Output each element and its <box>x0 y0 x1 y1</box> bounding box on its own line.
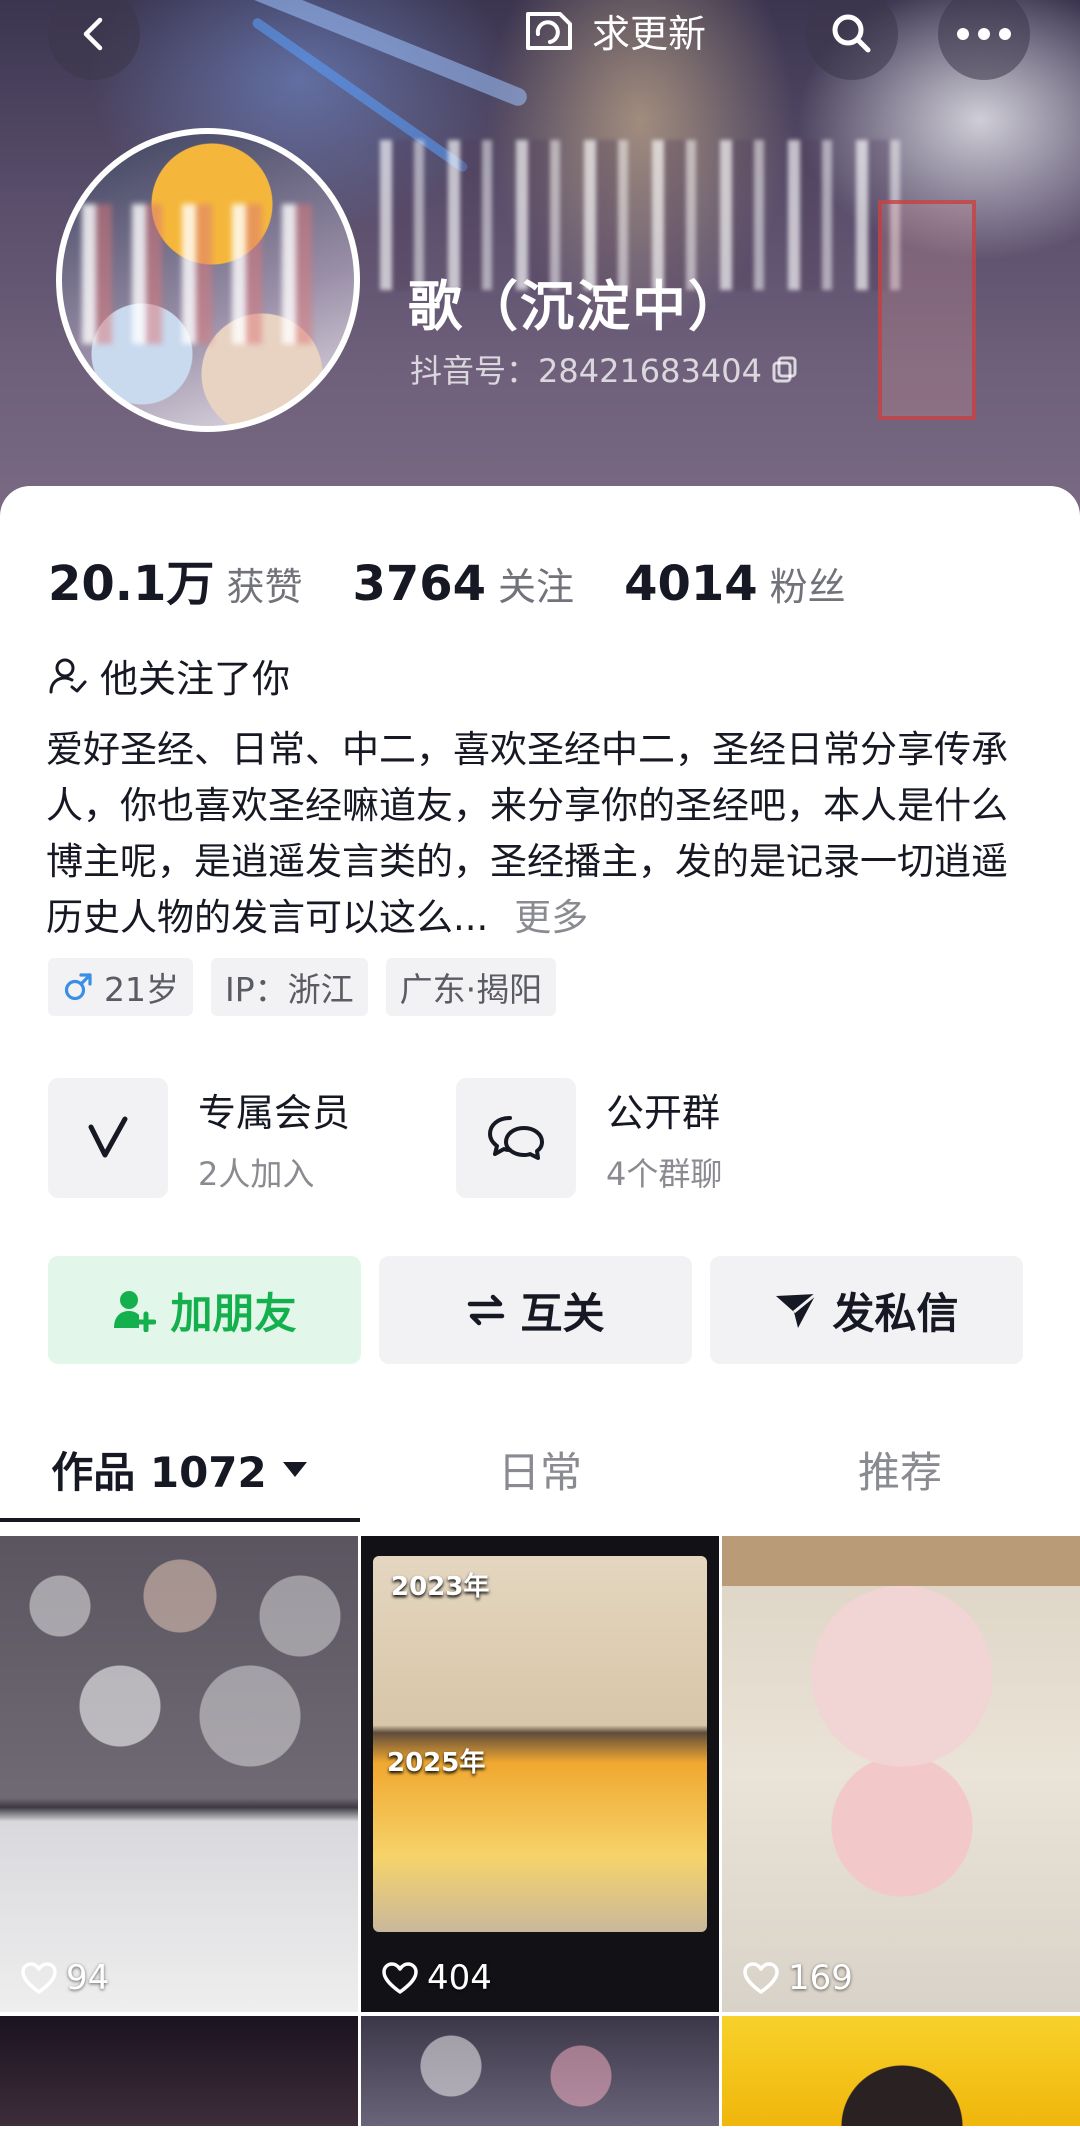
paper-plane-icon <box>776 1292 818 1328</box>
swap-arrows-icon <box>468 1294 505 1326</box>
like-count: 169 <box>742 1958 853 1998</box>
avatar[interactable] <box>56 128 360 432</box>
add-friend-label: 加朋友 <box>170 1288 297 1338</box>
tab-works[interactable]: 作品 1072 <box>0 1416 360 1522</box>
search-icon <box>832 14 871 53</box>
tab-label: 日常 <box>497 1447 582 1497</box>
heart-icon <box>743 1962 779 1994</box>
feature-subtitle: 4个群聊 <box>606 1154 723 1193</box>
stat-likes[interactable]: 20.1万 获赞 <box>48 544 302 614</box>
feature-entries: 专属会员 2人加入 公开群 4个群聊 <box>48 1078 864 1198</box>
nickname: 歌（沉淀中） <box>408 275 744 338</box>
stat-label: 粉丝 <box>769 565 846 609</box>
mutual-follow-label: 互关 <box>520 1288 605 1338</box>
follows-you-indicator: 他关注了你 <box>48 648 290 703</box>
tag-label: 广东·揭阳 <box>399 970 543 1009</box>
like-count-value: 404 <box>427 1958 492 1998</box>
douyin-id-text: 抖音号：28421683404 <box>410 352 762 390</box>
video-thumbnail[interactable]: 169 <box>722 1536 1080 2012</box>
stat-value: 20.1万 <box>48 556 215 612</box>
request-update-label: 求更新 <box>592 11 707 56</box>
feature-icon-box <box>48 1078 168 1198</box>
feature-title: 公开群 <box>606 1090 721 1135</box>
feature-title: 专属会员 <box>198 1090 351 1135</box>
chat-icon <box>488 1116 544 1160</box>
bio-more-link[interactable]: 更多 <box>514 896 588 939</box>
heart-icon <box>21 1962 57 1994</box>
video-thumbnail[interactable]: 94 <box>0 1536 358 2012</box>
copy-icon[interactable] <box>770 354 800 384</box>
stat-label: 获赞 <box>226 565 303 609</box>
profile-card: 20.1万 获赞 3764 关注 4014 粉丝 他关注了你 爱好圣经、日常、中… <box>0 486 1080 2136</box>
video-thumbnail[interactable] <box>722 2016 1080 2126</box>
user-check-icon <box>49 658 87 693</box>
tag-gender-age: 21岁 <box>48 958 193 1016</box>
tag-ip: IP：浙江 <box>211 958 368 1016</box>
send-message-label: 发私信 <box>832 1288 959 1338</box>
video-thumbnail[interactable] <box>361 2016 719 2126</box>
video-thumbnail[interactable]: 2023年 2025年 404 <box>361 1536 719 2012</box>
v-icon <box>88 1116 128 1158</box>
thumbnail-text: 2025年 <box>387 1748 486 1778</box>
content-tabs: 作品 1072 日常 推荐 <box>0 1416 1080 1522</box>
stat-followers[interactable]: 4014 粉丝 <box>624 556 846 612</box>
stat-value: 4014 <box>624 556 758 612</box>
tab-daily[interactable]: 日常 <box>360 1416 720 1522</box>
like-count: 94 <box>20 1958 109 1998</box>
like-count-value: 169 <box>788 1958 853 1998</box>
feature-subtitle: 2人加入 <box>198 1154 315 1193</box>
stat-value: 3764 <box>352 556 487 612</box>
feature-icon-box <box>456 1078 576 1198</box>
add-user-icon <box>114 1291 157 1332</box>
tab-label: 推荐 <box>857 1447 942 1497</box>
tag-location: 广东·揭阳 <box>385 958 557 1016</box>
follows-you-label: 他关注了你 <box>100 657 291 701</box>
thumbnail-text: 2023年 <box>391 1572 490 1602</box>
like-count-value: 94 <box>66 1958 110 1998</box>
like-count: 404 <box>381 1958 492 1998</box>
video-grid: 94 2023年 2025年 404 169 <box>0 1536 1080 2126</box>
heart-icon <box>382 1962 418 1994</box>
add-friend-button[interactable]: 加朋友 <box>48 1256 361 1364</box>
tag-label: IP：浙江 <box>225 970 354 1009</box>
profile-tags: 21岁 IP：浙江 广东·揭阳 <box>48 958 557 1016</box>
tag-label: 21岁 <box>104 970 179 1009</box>
stat-following[interactable]: 3764 关注 <box>352 556 574 612</box>
request-update-button[interactable]: 求更新 <box>520 0 706 60</box>
banner-seal <box>878 200 976 420</box>
stats-row: 20.1万 获赞 3764 关注 4014 粉丝 <box>48 544 896 614</box>
avatar-blur-overlay <box>82 204 322 344</box>
tab-recommended[interactable]: 推荐 <box>720 1416 1080 1522</box>
thumbnail-image <box>722 1536 1080 1586</box>
more-dots-icon <box>957 28 1011 40</box>
mutual-follow-button[interactable]: 互关 <box>379 1256 692 1364</box>
tab-label: 作品 1072 <box>51 1447 267 1497</box>
male-icon <box>64 973 92 1001</box>
chevron-left-icon <box>83 17 103 51</box>
refresh-doc-icon <box>526 12 572 50</box>
stat-label: 关注 <box>498 565 575 609</box>
send-message-button[interactable]: 发私信 <box>710 1256 1023 1364</box>
public-group-entry[interactable]: 公开群 4个群聊 <box>456 1078 864 1198</box>
bio: 爱好圣经、日常、中二，喜欢圣经中二，圣经日常分享传承人，你也喜欢圣经嘛道友，来分… <box>46 722 1036 946</box>
caret-down-icon <box>282 1462 307 1477</box>
douyin-id[interactable]: 抖音号：28421683404 <box>410 346 800 392</box>
action-buttons: 加朋友 互关 发私信 <box>48 1256 1023 1364</box>
membership-entry[interactable]: 专属会员 2人加入 <box>48 1078 456 1198</box>
video-thumbnail[interactable] <box>0 2016 358 2126</box>
